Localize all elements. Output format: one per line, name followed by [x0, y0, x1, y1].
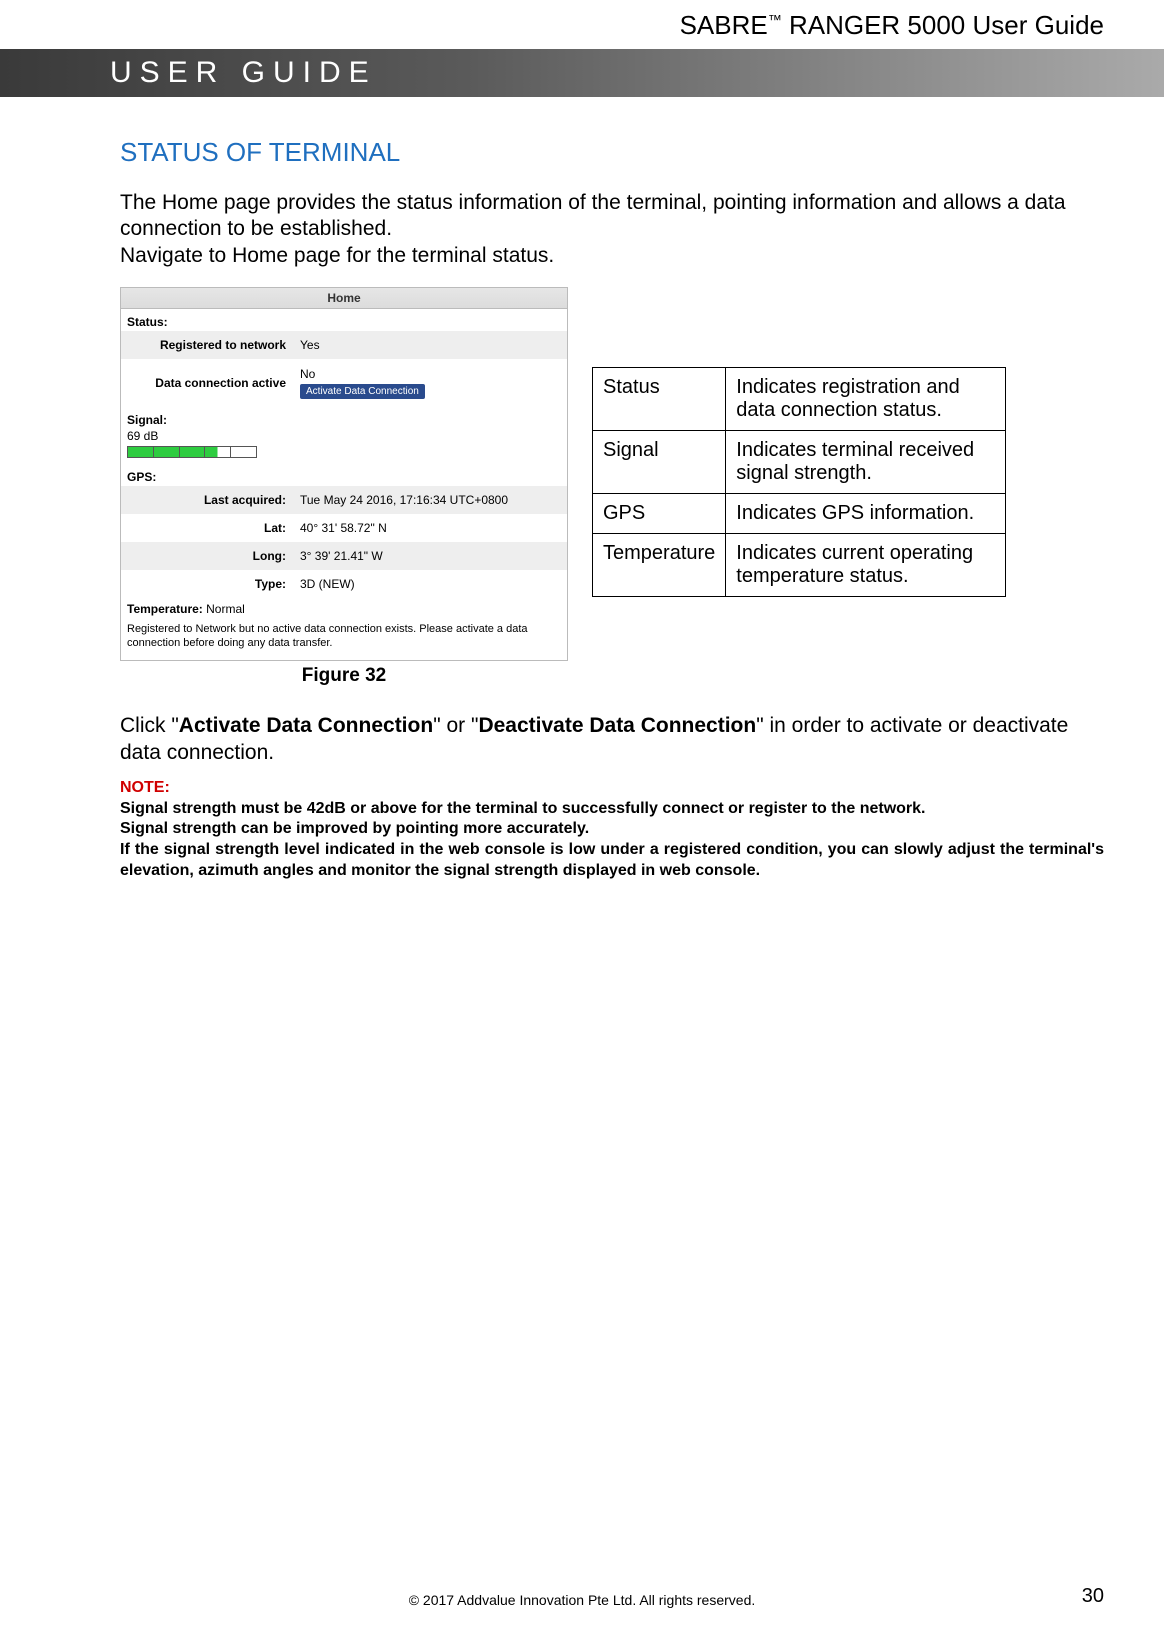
signal-db: 69 dB	[121, 429, 567, 446]
tm-symbol: ™	[768, 11, 782, 27]
row-type: Type: 3D (NEW)	[121, 570, 567, 598]
after-figure-text: Click "Activate Data Connection" or "Dea…	[120, 713, 1104, 766]
page-number: 30	[1082, 1585, 1104, 1608]
data-conn-val-wrap: No Activate Data Connection	[296, 367, 567, 399]
product-name: SABRE	[680, 10, 768, 40]
note-block: NOTE: Signal strength must be 42dB or ab…	[120, 778, 1104, 882]
table-row: Signal Indicates terminal received signa…	[593, 430, 1006, 493]
long-key: Long:	[121, 549, 296, 563]
desc-key-3: Temperature	[593, 533, 726, 596]
desc-val-2: Indicates GPS information.	[726, 493, 1006, 533]
signal-seg-3	[180, 447, 206, 457]
row-long: Long: 3° 39' 21.41" W	[121, 542, 567, 570]
after-bold2: Deactivate Data Connection	[478, 714, 756, 737]
row-lat: Lat: 40° 31' 58.72" N	[121, 514, 567, 542]
type-val: 3D (NEW)	[296, 577, 567, 591]
intro-line2: Navigate to Home page for the terminal s…	[120, 243, 1104, 269]
copyright-footer: © 2017 Addvalue Innovation Pte Ltd. All …	[0, 1592, 1164, 1608]
after-mid: " or "	[433, 714, 478, 737]
status-heading: Status:	[121, 309, 567, 331]
signal-bar	[127, 446, 257, 458]
section-heading: STATUS OF TERMINAL	[120, 137, 1104, 168]
row-temperature: Temperature: Normal	[121, 598, 567, 620]
intro-text: The Home page provides the status inform…	[120, 190, 1104, 269]
doc-header: SABRE™ RANGER 5000 User Guide	[0, 0, 1164, 49]
lat-key: Lat:	[121, 521, 296, 535]
signal-seg-2	[154, 447, 180, 457]
table-row: Temperature Indicates current operating …	[593, 533, 1006, 596]
registered-key: Registered to network	[121, 338, 296, 352]
desc-key-1: Signal	[593, 430, 726, 493]
note-line2: Signal strength can be improved by point…	[120, 819, 1104, 840]
lat-val: 40° 31' 58.72" N	[296, 521, 567, 535]
row-last-acquired: Last acquired: Tue May 24 2016, 17:16:34…	[121, 486, 567, 514]
home-panel-screenshot: Home Status: Registered to network Yes D…	[120, 287, 568, 662]
type-key: Type:	[121, 577, 296, 591]
panel-title: Home	[121, 288, 567, 309]
banner: USER GUIDE	[0, 49, 1164, 97]
desc-val-0: Indicates registration and data connecti…	[726, 367, 1006, 430]
long-val: 3° 39' 21.41" W	[296, 549, 567, 563]
note-line1: Signal strength must be 42dB or above fo…	[120, 799, 1104, 820]
registered-val: Yes	[296, 338, 567, 352]
desc-key-0: Status	[593, 367, 726, 430]
table-row: Status Indicates registration and data c…	[593, 367, 1006, 430]
row-data-connection: Data connection active No Activate Data …	[121, 359, 567, 407]
data-conn-val: No	[300, 367, 567, 381]
banner-text: USER GUIDE	[110, 56, 377, 90]
after-bold1: Activate Data Connection	[179, 714, 433, 737]
signal-seg-1	[128, 447, 154, 457]
gps-heading: GPS:	[121, 464, 567, 486]
temp-val: Normal	[206, 602, 245, 616]
note-line3: If the signal strength level indicated i…	[120, 840, 1104, 882]
signal-seg-4	[205, 447, 231, 457]
desc-key-2: GPS	[593, 493, 726, 533]
after-pre: Click "	[120, 714, 179, 737]
description-table: Status Indicates registration and data c…	[592, 367, 1006, 597]
desc-val-1: Indicates terminal received signal stren…	[726, 430, 1006, 493]
note-label: NOTE:	[120, 778, 1104, 799]
activate-data-connection-button[interactable]: Activate Data Connection	[300, 384, 425, 399]
data-conn-key: Data connection active	[121, 376, 296, 390]
signal-heading: Signal:	[121, 407, 567, 429]
panel-footer-msg: Registered to Network but no active data…	[121, 620, 567, 661]
last-val: Tue May 24 2016, 17:16:34 UTC+0800	[296, 493, 567, 507]
figure-caption: Figure 32	[120, 665, 568, 687]
desc-val-3: Indicates current operating temperature …	[726, 533, 1006, 596]
product-suffix: RANGER 5000 User Guide	[789, 10, 1104, 40]
row-registered: Registered to network Yes	[121, 331, 567, 359]
intro-line1: The Home page provides the status inform…	[120, 190, 1104, 243]
last-key: Last acquired:	[121, 493, 296, 507]
signal-seg-5	[231, 447, 256, 457]
temp-label: Temperature:	[127, 602, 203, 616]
table-row: GPS Indicates GPS information.	[593, 493, 1006, 533]
